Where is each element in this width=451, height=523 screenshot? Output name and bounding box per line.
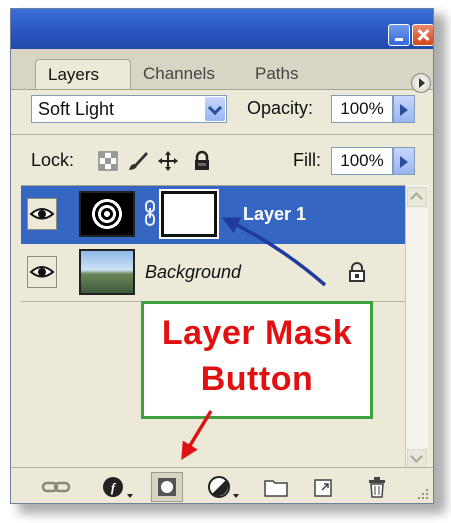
red-arrow [181, 410, 213, 460]
layers-panel: Channels Paths Layers Soft Light Opacity… [10, 8, 434, 504]
blue-arrow [221, 217, 327, 287]
annotation-arrows [181, 217, 327, 460]
